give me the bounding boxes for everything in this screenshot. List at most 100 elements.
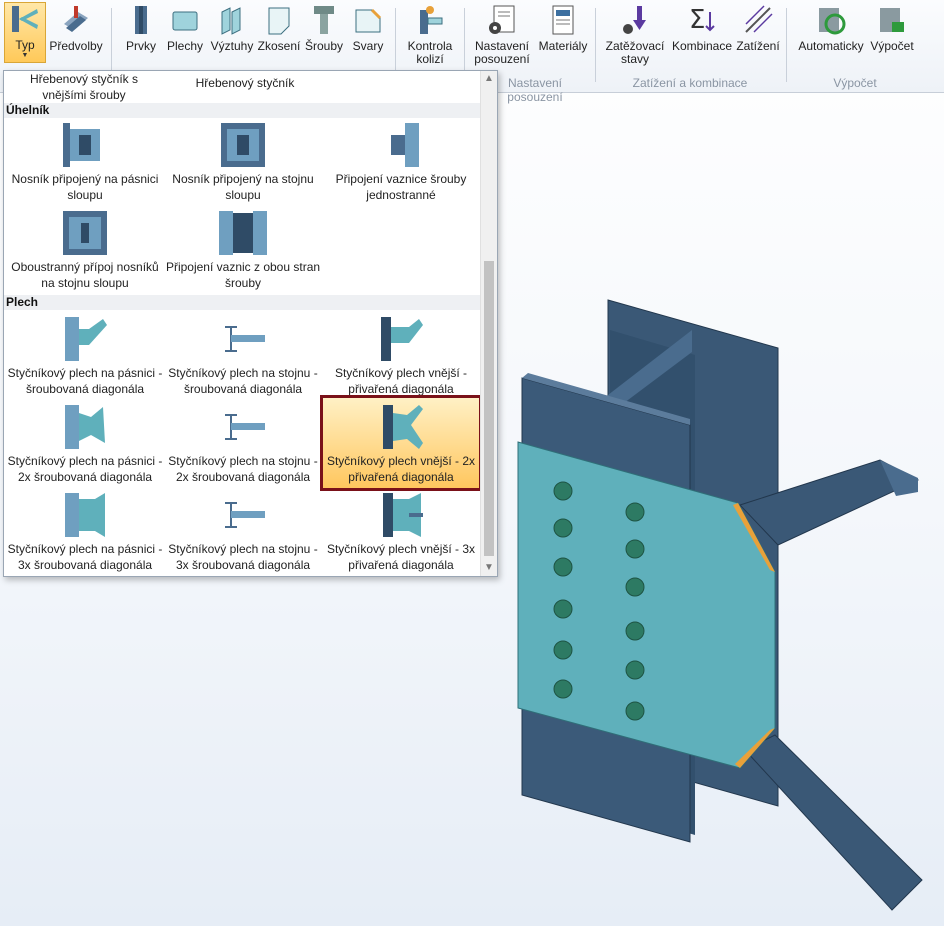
gallery-item-label: Připojení vaznic z obou stran šrouby — [165, 260, 321, 290]
gallery-item-ridge[interactable]: Hřebenový styčník — [166, 75, 324, 91]
combination-icon: Σ — [689, 5, 715, 35]
gallery-item-gusset-external-3x-welded[interactable]: Styčníkový plech vnější - 3x přivařená d… — [322, 491, 480, 573]
bolts-button[interactable]: Šrouby — [304, 4, 344, 53]
double-beam-icon — [63, 211, 107, 255]
group-label-calc: Výpočet — [833, 76, 877, 90]
calculate-icon — [880, 8, 904, 32]
gallery-item-label: Styčníkový plech na stojnu - šroubovaná … — [168, 366, 318, 396]
gusset-web-2x-icon — [225, 414, 265, 440]
loads-button[interactable]: Zatížení — [736, 4, 780, 53]
load-cases-button[interactable]: Zatěžovací stavy — [603, 4, 667, 66]
gusset-external-icon — [381, 317, 423, 361]
load-cases-icon — [623, 6, 646, 34]
scroll-down-icon[interactable]: ▼ — [481, 560, 497, 576]
combination-button-label: Kombinace — [671, 39, 733, 53]
group-label-loads: Zatížení a kombinace — [632, 76, 748, 90]
gallery-item-gusset-flange-2x-bolted[interactable]: Styčníkový plech na pásnici - 2x šroubov… — [6, 403, 164, 485]
beam-to-flange-icon — [63, 123, 100, 167]
gallery-item-double-beam-to-web[interactable]: Oboustranný přípoj nosníků na stojnu slo… — [6, 209, 164, 291]
gusset-external-2x-icon — [383, 405, 423, 449]
gallery-item-purlin-bolts-one-side[interactable]: Připojení vaznice šrouby jednostranné — [322, 121, 480, 203]
materials-button-label: Materiály — [538, 39, 588, 53]
members-button[interactable]: Prvky — [122, 4, 160, 53]
gallery-item-label: Styčníkový plech na pásnici - 2x šroubov… — [7, 454, 163, 484]
gusset-flange-icon — [65, 317, 107, 361]
collision-check-button-label: Kontrola kolizí — [407, 39, 453, 66]
gusset-flange-3x-icon — [65, 493, 105, 537]
gusset-web-3x-icon — [225, 502, 265, 528]
collision-check-button[interactable]: Kontrola kolizí — [400, 4, 460, 66]
gallery-item-label: Styčníkový plech na pásnici - 3x šroubov… — [7, 542, 163, 572]
purlin-one-side-icon — [391, 123, 419, 167]
gallery-item-gusset-web-bolted[interactable]: Styčníkový plech na stojnu - šroubovaná … — [164, 315, 322, 397]
chamfer-button[interactable]: Zkosení — [257, 4, 301, 53]
load-cases-button-label: Zatěžovací stavy — [605, 39, 665, 66]
gallery-item-gusset-web-2x-bolted[interactable]: Styčníkový plech na stojnu - 2x šroubova… — [164, 403, 322, 485]
gallery-item-label: Nosník připojený na stojnu sloupu — [172, 172, 314, 202]
calculate-button[interactable]: Výpočet — [868, 4, 916, 53]
gallery-item-label: Styčníkový plech na stojnu - 3x šroubova… — [168, 542, 318, 572]
gallery-item-beam-to-column-flange[interactable]: Nosník připojený na pásnici sloupu — [6, 121, 164, 203]
bolts-button-label: Šrouby — [304, 39, 344, 53]
loads-icon — [745, 5, 773, 33]
gallery-item-gusset-flange-bolted[interactable]: Styčníkový plech na pásnici - šroubovaná… — [6, 315, 164, 397]
plates-icon — [172, 11, 198, 31]
gallery-item-purlins-both-sides[interactable]: Připojení vaznic z obou stran šrouby — [164, 209, 322, 291]
gallery-item-label: Styčníkový plech vnější - přivařená diag… — [334, 366, 468, 396]
type-button-label: Typ — [15, 38, 35, 52]
gallery-scrollbar[interactable]: ▲ ▼ — [480, 71, 497, 576]
gallery-item-label: Styčníkový plech vnější - 2x přivařená d… — [326, 454, 476, 484]
beam-to-web-icon — [221, 123, 265, 167]
type-icon — [12, 6, 38, 32]
welds-button-label: Svary — [352, 39, 384, 53]
auto-calc-button[interactable]: Automaticky — [796, 4, 866, 53]
gusset-external-3x-icon — [383, 493, 423, 537]
calculate-button-label: Výpočet — [870, 39, 914, 53]
lower-diagonal — [744, 734, 923, 911]
gallery-item-ridge-external-bolts[interactable]: Hřebenový styčník s vnějšími šrouby — [8, 71, 160, 103]
check-settings-button[interactable]: Nastavení posouzení — [472, 4, 532, 66]
members-button-label: Prvky — [126, 39, 156, 53]
loads-button-label: Zatížení — [736, 39, 780, 53]
stiffeners-icon — [221, 7, 241, 35]
gallery-item-gusset-flange-3x-bolted[interactable]: Styčníkový plech na pásnici - 3x šroubov… — [6, 491, 164, 573]
gallery-item-label: Styčníkový plech na pásnici - šroubovaná… — [7, 366, 163, 396]
auto-calc-button-label: Automaticky — [798, 39, 864, 53]
welds-button[interactable]: Svary — [348, 4, 388, 53]
gallery-item-beam-to-column-web[interactable]: Nosník připojený na stojnu sloupu — [164, 121, 322, 203]
gallery-item-gusset-external-2x-welded[interactable]: Styčníkový plech vnější - 2x přivařená d… — [320, 395, 482, 491]
stiffeners-button[interactable]: Výztuhy — [210, 4, 254, 53]
gusset-web-icon — [225, 326, 265, 352]
ribbon-separator — [786, 8, 787, 82]
gallery-item-gusset-external-welded[interactable]: Styčníkový plech vnější - přivařená diag… — [322, 315, 480, 397]
gallery-item-label: Styčníkový plech na stojnu - 2x šroubova… — [168, 454, 318, 484]
gallery-item-label: Hřebenový styčník s vnějšími šrouby — [29, 72, 139, 102]
type-button[interactable]: Typ ▼ — [4, 2, 46, 63]
presets-button[interactable]: Předvolby — [48, 4, 104, 53]
presets-icon — [64, 6, 88, 32]
chevron-down-icon: ▼ — [21, 52, 29, 59]
stiffeners-button-label: Výztuhy — [210, 39, 254, 53]
scroll-up-icon[interactable]: ▲ — [481, 71, 497, 87]
plates-button-label: Plechy — [166, 39, 204, 53]
gallery-item-label: Oboustranný přípoj nosníků na stojnu slo… — [11, 260, 159, 290]
chamfer-button-label: Zkosení — [257, 39, 301, 53]
gallery-item-label: Styčníkový plech vnější - 3x přivařená d… — [326, 542, 476, 572]
connection-type-gallery: Hřebenový styčník s vnějšími šrouby Hřeb… — [3, 70, 498, 577]
section-header-plate: Plech — [4, 295, 482, 310]
members-icon — [135, 6, 147, 34]
check-settings-button-label: Nastavení posouzení — [474, 39, 530, 66]
gallery-item-gusset-web-3x-bolted[interactable]: Styčníkový plech na stojnu - 3x šroubova… — [164, 491, 322, 573]
purlins-both-icon — [219, 211, 267, 255]
plates-button[interactable]: Plechy — [163, 4, 207, 53]
section-header-angle: Úhelník — [4, 103, 482, 118]
scrollbar-thumb[interactable] — [484, 261, 494, 556]
materials-icon — [552, 5, 574, 35]
presets-button-label: Předvolby — [49, 39, 103, 53]
chamfer-icon — [268, 7, 290, 35]
gallery-item-label: Připojení vaznice šrouby jednostranné — [335, 172, 467, 202]
gallery-item-label: Hřebenový styčník — [195, 76, 295, 90]
gallery-item-label: Nosník připojený na pásnici sloupu — [11, 172, 159, 202]
combination-button[interactable]: Σ Kombinace — [670, 4, 734, 53]
materials-button[interactable]: Materiály — [536, 4, 590, 53]
